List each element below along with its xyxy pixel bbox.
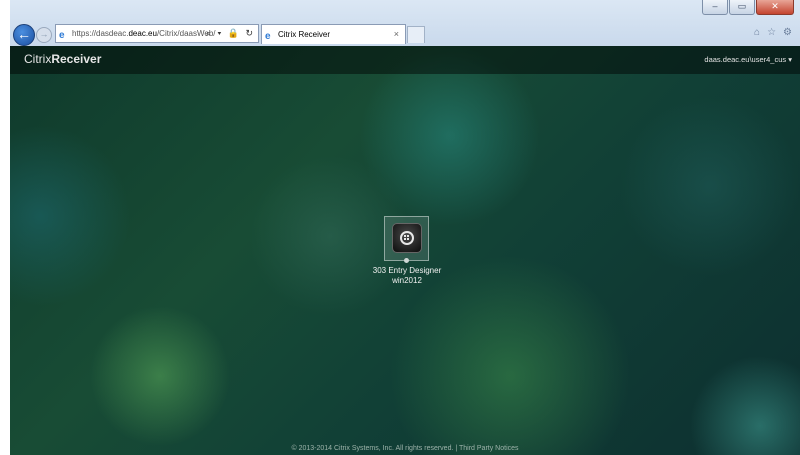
arrow-right-icon: → bbox=[39, 29, 49, 39]
minimize-button[interactable]: – bbox=[702, 0, 728, 15]
app-label[interactable]: 303 Entry Designer win2012 bbox=[344, 266, 470, 286]
ie-page-icon: e bbox=[59, 30, 65, 41]
star-icon[interactable]: ☆ bbox=[767, 27, 776, 38]
user-menu[interactable]: daas.deac.eu\user4_cus ▾ bbox=[704, 55, 792, 64]
address-tools[interactable]: ⌕ ▾ 🔒 ↻ bbox=[206, 25, 255, 42]
close-window-button[interactable]: ✕ bbox=[756, 0, 794, 15]
arrow-left-icon: ← bbox=[17, 26, 31, 42]
receiver-header: CitrixReceiver daas.deac.eu\user4_cus ▾ bbox=[10, 46, 800, 74]
browser-window: – ▭ ✕ ← → e https://dasdeac.deac.eu/Citri… bbox=[10, 0, 800, 455]
address-bar[interactable]: e https://dasdeac.deac.eu/Citrix/daasWeb/… bbox=[55, 24, 259, 43]
app-subtitle: win2012 bbox=[392, 276, 422, 285]
app-name: 303 Entry Designer bbox=[372, 266, 442, 275]
maximize-button[interactable]: ▭ bbox=[729, 0, 755, 15]
gear-icon[interactable]: ⚙ bbox=[783, 27, 792, 38]
home-icon[interactable]: ⌂ bbox=[754, 27, 760, 38]
window-controls: – ▭ ✕ bbox=[702, 0, 794, 15]
ie-tab-icon: e bbox=[265, 31, 271, 42]
browser-chrome: – ▭ ✕ ← → e https://dasdeac.deac.eu/Citri… bbox=[10, 0, 800, 46]
url-domain: deac.eu bbox=[128, 29, 157, 38]
back-button[interactable]: ← bbox=[13, 24, 35, 46]
forward-button[interactable]: → bbox=[36, 27, 52, 43]
windows-app-icon bbox=[392, 223, 422, 253]
brand-citrix: Citrix bbox=[24, 52, 52, 66]
brand-receiver: Receiver bbox=[51, 52, 102, 66]
tab-citrix-receiver[interactable]: e Citrix Receiver × bbox=[261, 24, 406, 44]
app-tile[interactable] bbox=[384, 216, 429, 261]
receiver-page: CitrixReceiver daas.deac.eu\user4_cus ▾ … bbox=[10, 46, 800, 455]
app-status-dot bbox=[404, 258, 409, 263]
new-tab-button[interactable] bbox=[407, 26, 425, 43]
page-footer: © 2013-2014 Citrix Systems, Inc. All rig… bbox=[291, 445, 519, 452]
citrix-receiver-logo: CitrixReceiver bbox=[24, 52, 101, 66]
windows-logo-icon bbox=[400, 231, 414, 245]
tab-title: Citrix Receiver bbox=[278, 30, 331, 39]
tab-close-button[interactable]: × bbox=[394, 25, 399, 44]
url-prefix: https://dasdeac. bbox=[72, 29, 129, 38]
browser-toolbar-icons: ⌂ ☆ ⚙ bbox=[754, 27, 792, 38]
